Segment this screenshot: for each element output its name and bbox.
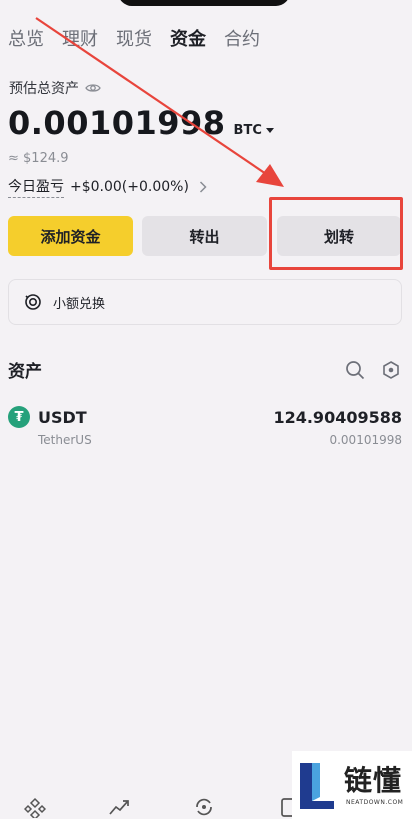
- chevron-right-icon: [199, 181, 207, 193]
- estimated-total-label: 预估总资产: [9, 81, 79, 97]
- tab-funding[interactable]: 资金: [170, 25, 206, 51]
- home-diamond-icon[interactable]: [24, 796, 46, 818]
- convert-icon: [25, 294, 41, 310]
- eye-icon[interactable]: [85, 80, 101, 96]
- settings-hexagon-icon[interactable]: [380, 359, 402, 381]
- today-pnl-label: 今日盈亏: [8, 176, 64, 198]
- watermark-url: NEATDOWN.COM: [346, 799, 404, 806]
- asset-btc-value: 0.00101998: [329, 433, 402, 447]
- tether-coin-icon: ₮: [8, 406, 30, 428]
- markets-trend-icon[interactable]: [108, 796, 130, 818]
- withdraw-button[interactable]: 转出: [142, 216, 267, 256]
- tab-earn[interactable]: 理财: [62, 25, 98, 51]
- assets-header: 资产: [8, 357, 402, 382]
- asset-amount: 124.90409588: [273, 408, 402, 427]
- asset-name: TetherUS: [38, 433, 92, 447]
- watermark-title: 链懂: [344, 764, 403, 797]
- approx-usd-value: ≈ $124.9: [8, 151, 69, 166]
- tab-spot[interactable]: 现货: [116, 25, 152, 51]
- estimated-total-row: 预估总资产: [9, 78, 101, 98]
- watermark: 链懂 NEATDOWN.COM: [292, 751, 412, 819]
- balance-row: 0.00101998 BTC: [8, 104, 274, 142]
- status-notch: [118, 0, 290, 6]
- annotation-highlight-box: [269, 197, 403, 270]
- add-funds-button[interactable]: 添加资金: [8, 216, 133, 256]
- asset-symbol: USDT: [38, 408, 87, 427]
- asset-row[interactable]: ₮ USDT TetherUS 124.90409588 0.00101998: [8, 404, 402, 452]
- search-icon[interactable]: [344, 359, 366, 381]
- unit-selector[interactable]: BTC: [234, 123, 274, 138]
- assets-tools: [344, 359, 402, 381]
- small-exchange-label: 小额兑换: [53, 296, 106, 312]
- tab-overview[interactable]: 总览: [8, 25, 44, 51]
- today-pnl-row[interactable]: 今日盈亏 +$0.00(+0.00%): [8, 176, 207, 198]
- total-balance: 0.00101998: [8, 104, 226, 142]
- small-exchange-button[interactable]: 小额兑换: [8, 279, 402, 325]
- today-pnl-value: +$0.00(+0.00%): [70, 179, 189, 195]
- trade-swap-icon[interactable]: [193, 796, 215, 818]
- top-tabs: 总览 理财 现货 资金 合约: [8, 25, 260, 51]
- caret-down-icon: [265, 128, 274, 133]
- unit-label: BTC: [233, 123, 262, 138]
- neatdown-logo: [300, 763, 334, 809]
- tab-futures[interactable]: 合约: [224, 25, 260, 51]
- assets-title: 资产: [8, 362, 42, 382]
